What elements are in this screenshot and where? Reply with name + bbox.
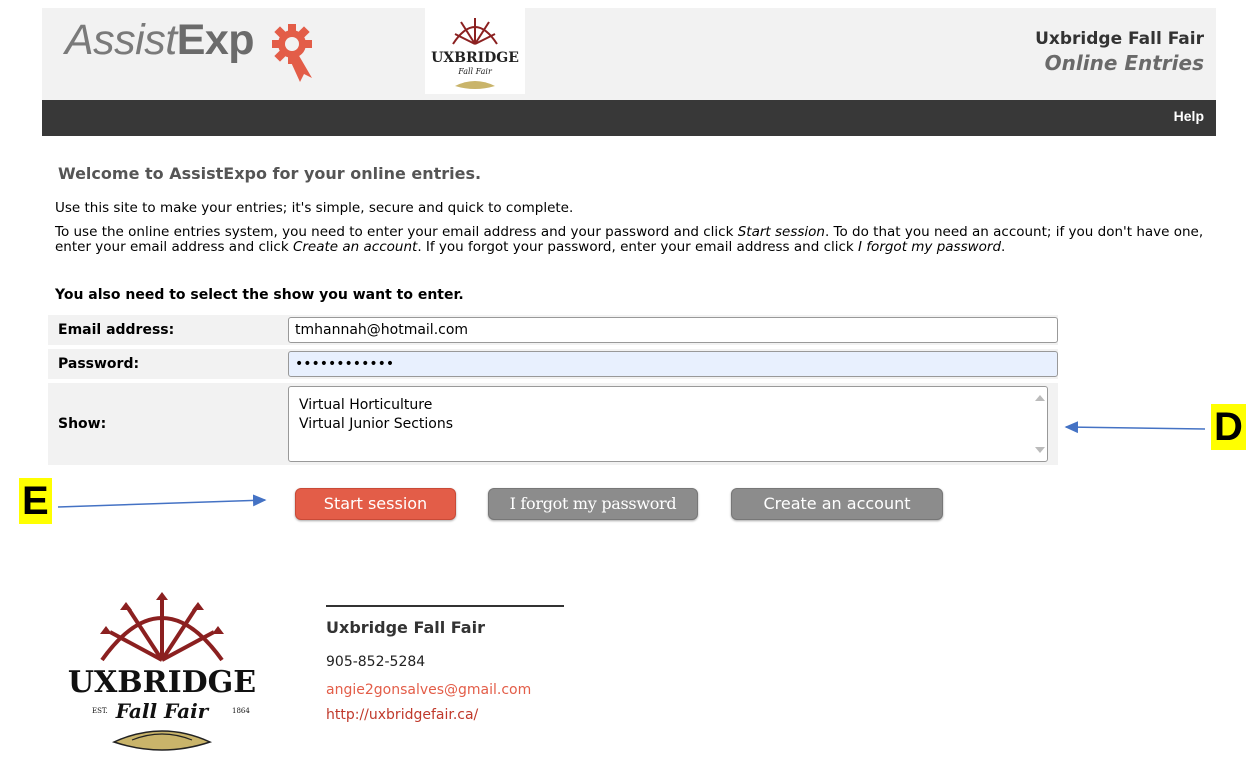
svg-text:UXBRIDGE: UXBRIDGE (68, 665, 256, 700)
svg-text:Fall Fair: Fall Fair (115, 699, 210, 723)
svg-text:1864: 1864 (232, 707, 250, 715)
welcome-heading: Welcome to AssistExpo for your online en… (58, 164, 482, 183)
email-label: Email address: (58, 322, 175, 338)
svg-text:EST.: EST. (92, 707, 108, 715)
login-form: Email address: Password: Show: Virtual H… (48, 311, 1058, 469)
fair-title-block: Uxbridge Fall Fair Online Entries (1035, 27, 1204, 75)
fair-subtitle: Online Entries (1044, 51, 1204, 75)
show-row: Show: Virtual Horticulture Virtual Junio… (48, 383, 1058, 465)
arrow-e (57, 494, 267, 508)
password-field[interactable] (288, 351, 1058, 377)
intro-line-2: To use the online entries system, you ne… (55, 224, 1204, 255)
brand-bold: Exp (176, 16, 255, 64)
intro-line-1: Use this site to make your entries; it's… (55, 200, 574, 216)
footer-divider (326, 605, 564, 607)
arrow-d (1064, 421, 1206, 434)
listbox-scrollbar[interactable] (1031, 387, 1047, 461)
help-link[interactable]: Help (1174, 108, 1204, 124)
fair-name: Uxbridge Fall Fair (1035, 29, 1204, 49)
show-listbox[interactable]: Virtual Horticulture Virtual Junior Sect… (288, 386, 1048, 462)
show-option-junior[interactable]: Virtual Junior Sections (289, 415, 1047, 434)
scroll-up-icon[interactable] (1035, 395, 1045, 401)
brand-italic: Assist (65, 16, 177, 64)
start-session-button[interactable]: Start session (295, 488, 456, 520)
password-row: Password: (48, 349, 1058, 379)
footer-website-link[interactable]: http://uxbridgefair.ca/ (326, 707, 478, 723)
callout-d: D (1211, 404, 1246, 450)
email-field[interactable] (288, 317, 1058, 343)
nav-bar: Help (42, 100, 1216, 136)
footer-email-link[interactable]: angie2gonsalves@gmail.com (326, 682, 531, 698)
svg-text:UXBRIDGE: UXBRIDGE (431, 50, 519, 66)
intro-line-3: You also need to select the show you wan… (55, 287, 464, 303)
footer-phone: 905-852-5284 (326, 654, 426, 670)
assistexpo-logo[interactable]: AssistExp (65, 16, 255, 65)
uxbridge-logo-small: UXBRIDGE Fall Fair (425, 8, 525, 94)
footer-fair-name: Uxbridge Fall Fair (326, 618, 485, 637)
show-label: Show: (58, 416, 107, 432)
uxbridge-logo-large: UXBRIDGE EST. Fall Fair 1864 (62, 582, 262, 762)
gear-ribbon-icon (272, 24, 312, 82)
show-option-horticulture[interactable]: Virtual Horticulture (289, 396, 1047, 415)
password-label: Password: (58, 356, 140, 372)
forgot-password-button[interactable]: I forgot my password (488, 488, 698, 520)
create-account-button[interactable]: Create an account (731, 488, 943, 520)
callout-e: E (19, 478, 52, 524)
scroll-down-icon[interactable] (1035, 447, 1045, 453)
email-row: Email address: (48, 315, 1058, 345)
svg-text:Fall Fair: Fall Fair (457, 67, 493, 76)
